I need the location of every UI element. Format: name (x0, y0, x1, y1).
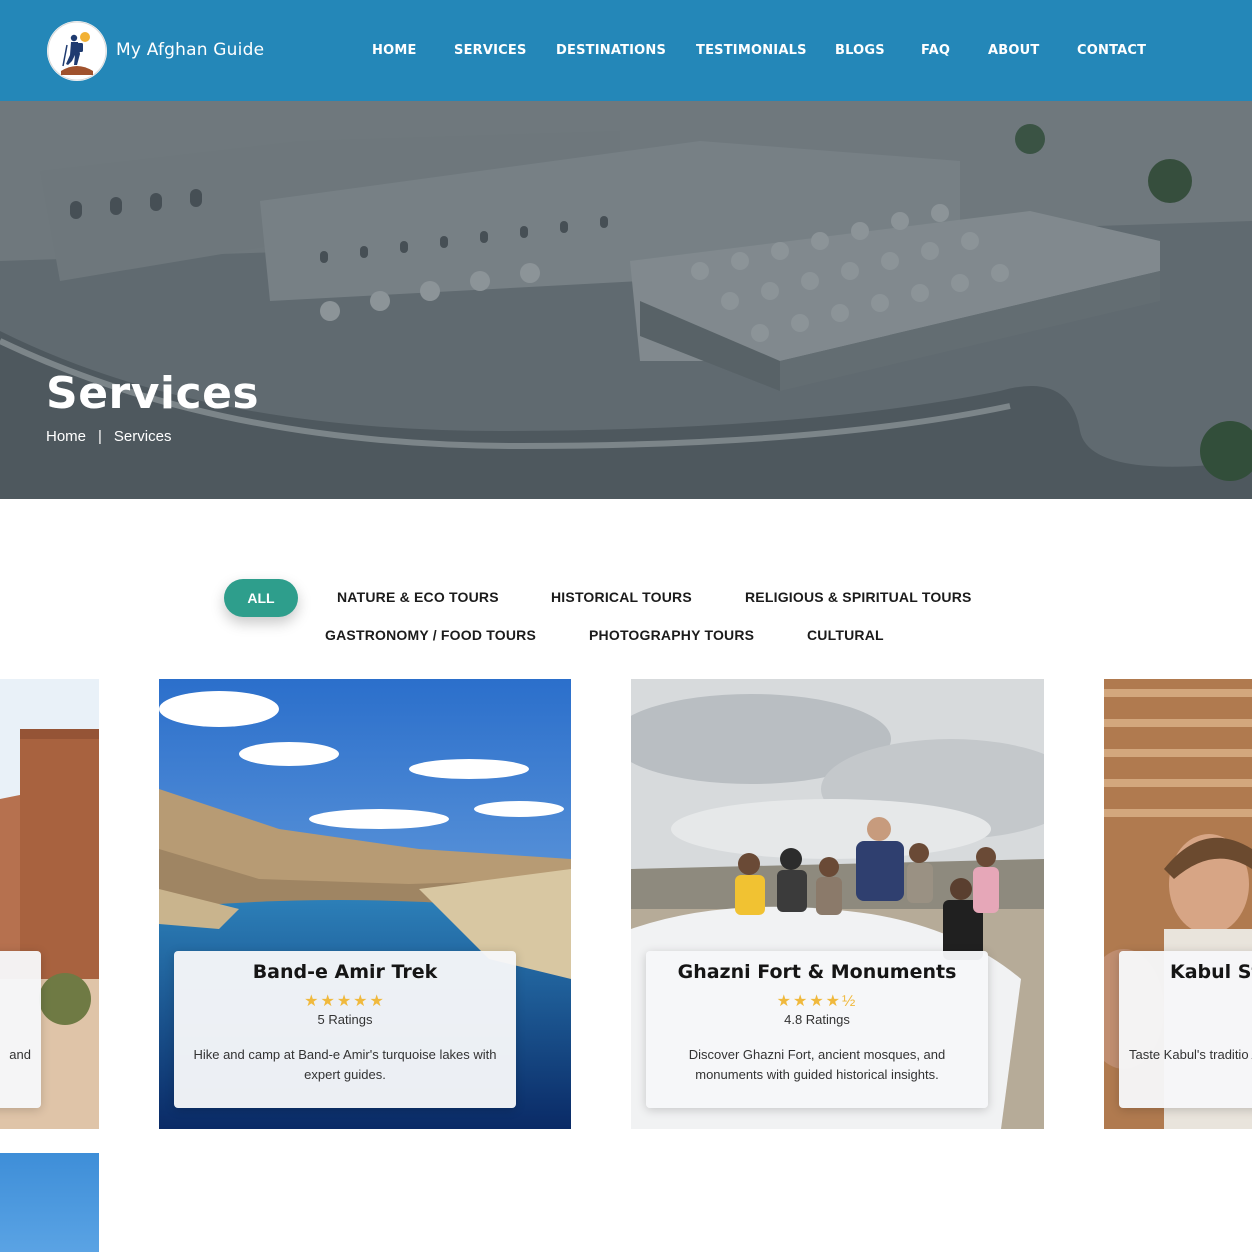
nav-blogs[interactable]: BLOGS (835, 43, 885, 58)
service-card[interactable]: Ghazni Fort & Monuments ★★★★½ 4.8 Rating… (631, 679, 1044, 1129)
card-info-panel: and (0, 951, 41, 1108)
card-title[interactable]: Ghazni Fort & Monuments (646, 961, 988, 983)
star-rating-icon: ★★★★½ (776, 993, 858, 1010)
card-title[interactable]: Band-e Amir Trek (174, 961, 516, 983)
nav-about[interactable]: ABOUT (988, 43, 1039, 58)
nav-destinations[interactable]: DESTINATIONS (556, 43, 666, 58)
nav-faq[interactable]: FAQ (921, 43, 950, 58)
ratings-count: 5 Ratings (317, 1012, 373, 1027)
breadcrumb-home[interactable]: Home (46, 428, 86, 445)
breadcrumb: Home | Services (46, 428, 171, 445)
card-title[interactable]: Kabul St (1119, 961, 1252, 983)
filter-photography[interactable]: PHOTOGRAPHY TOURS (589, 627, 754, 643)
service-card-next-row[interactable] (0, 1153, 99, 1252)
main-nav: HOME SERVICES DESTINATIONS TESTIMONIALS … (0, 43, 1252, 63)
site-header: My Afghan Guide HOME SERVICES DESTINATIO… (0, 0, 1252, 101)
filter-historical[interactable]: HISTORICAL TOURS (551, 589, 692, 605)
card-description: Hike and camp at Band-e Amir's turquoise… (193, 1047, 497, 1082)
star-rating-icon: ★★★★★ (304, 993, 386, 1010)
nav-contact[interactable]: CONTACT (1077, 43, 1146, 58)
card-info-panel: Band-e Amir Trek ★★★★★ 5 Ratings Hike an… (174, 951, 516, 1108)
filter-gastronomy-food[interactable]: GASTRONOMY / FOOD TOURS (325, 627, 536, 643)
nav-home[interactable]: HOME (372, 43, 417, 58)
filter-religious-spiritual[interactable]: RELIGIOUS & SPIRITUAL TOURS (745, 589, 972, 605)
breadcrumb-separator: | (98, 428, 102, 445)
service-card[interactable]: Kabul St Taste Kabul's traditio Afghan (1104, 679, 1252, 1129)
page-title: Services (46, 368, 260, 419)
card-description: Taste Kabul's traditio Afghan (1129, 1047, 1252, 1062)
service-card[interactable]: Band-e Amir Trek ★★★★★ 5 Ratings Hike an… (159, 679, 571, 1129)
hero-banner: Services Home | Services (0, 101, 1252, 499)
filter-nature-eco[interactable]: NATURE & ECO TOURS (337, 589, 499, 605)
breadcrumb-current: Services (113, 428, 172, 445)
card-info-panel: Ghazni Fort & Monuments ★★★★½ 4.8 Rating… (646, 951, 988, 1108)
card-description: Discover Ghazni Fort, ancient mosques, a… (688, 1047, 946, 1082)
card-info-panel: Kabul St Taste Kabul's traditio Afghan (1119, 951, 1252, 1108)
fortress-image (0, 101, 1252, 499)
nav-testimonials[interactable]: TESTIMONIALS (696, 43, 807, 58)
card-description: and (9, 1047, 31, 1062)
service-card[interactable]: and (0, 679, 99, 1129)
nav-services[interactable]: SERVICES (454, 43, 527, 58)
filter-all-button[interactable]: ALL (224, 579, 298, 617)
filter-cultural[interactable]: CULTURAL (807, 627, 884, 643)
ratings-count: 4.8 Ratings (784, 1012, 850, 1027)
